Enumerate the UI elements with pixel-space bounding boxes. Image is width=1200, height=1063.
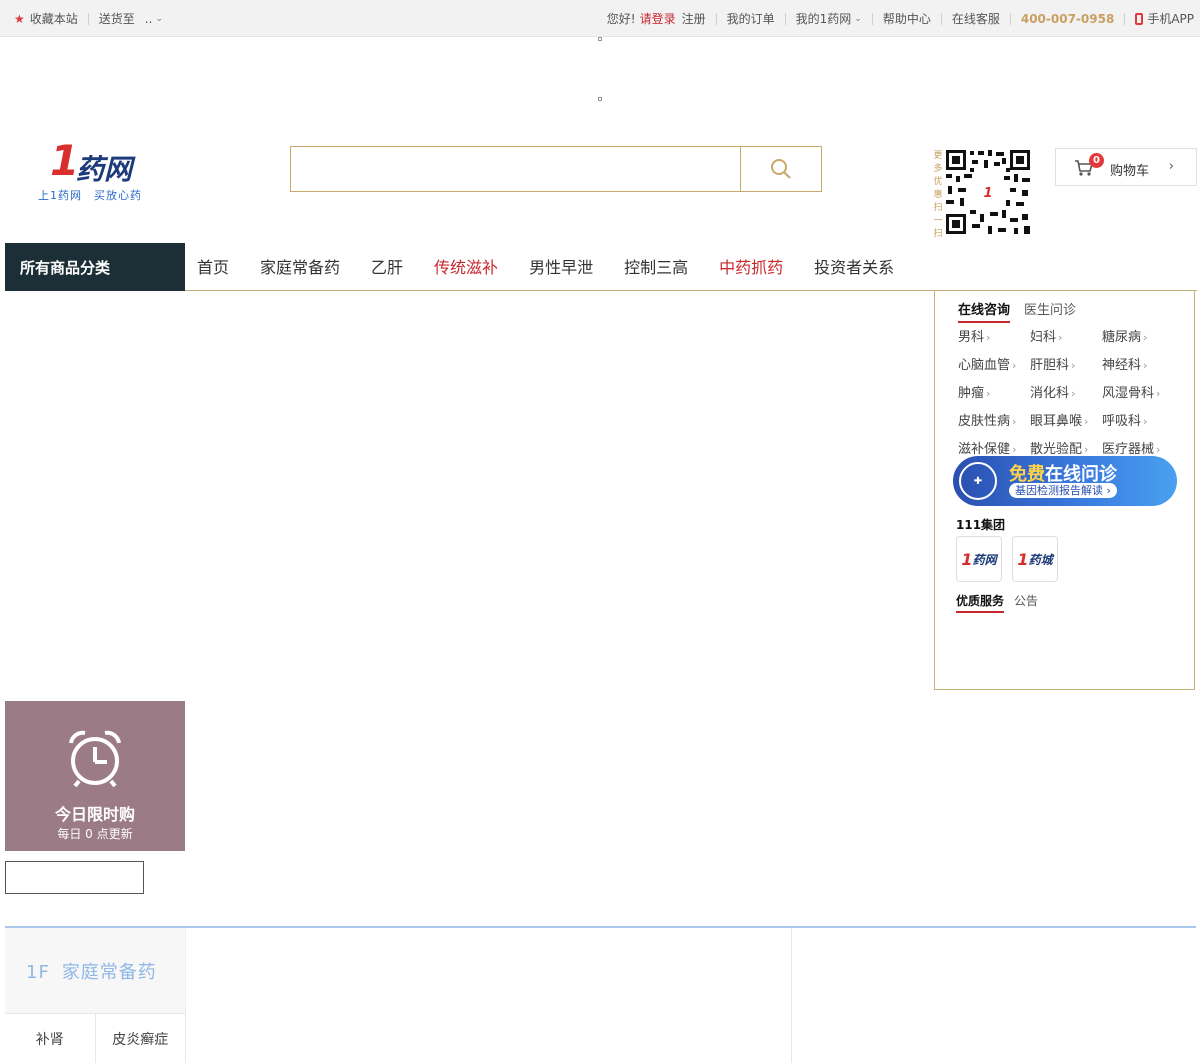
department-link[interactable]: 皮肤性病 › (958, 410, 1030, 429)
department-link[interactable]: 眼耳鼻喉 › (1030, 410, 1102, 429)
department-link[interactable]: 滋补保健 › (958, 438, 1030, 457)
top-bar: ★ 收藏本站 送货至 .. ⌄ 您好! 请登录 注册 我的订单 我的1药网 ⌄ … (0, 0, 1200, 37)
mobile-app-link[interactable]: 手机APP (1135, 10, 1194, 27)
nav-item-mens-health[interactable]: 男性早泄 (529, 254, 593, 278)
nav-item-three-highs[interactable]: 控制三高 (624, 254, 688, 278)
site-logo[interactable]: 1 药网 上1药网 买放心药 (38, 136, 158, 202)
group-logo-1yaocheng[interactable]: 1 药城 (1012, 536, 1058, 582)
empty-placeholder-box (5, 861, 144, 894)
tab-announcement[interactable]: 公告 (1014, 592, 1038, 613)
alarm-clock-icon (69, 730, 121, 788)
register-link[interactable]: 注册 (682, 10, 706, 27)
floor-tag[interactable]: 补肾 (5, 1014, 96, 1063)
login-link[interactable]: 请登录 (640, 10, 676, 27)
department-link[interactable]: 糖尿病 › (1102, 326, 1174, 345)
tab-quality-service[interactable]: 优质服务 (956, 592, 1005, 613)
nav-item-hepatitis-b[interactable]: 乙肝 (371, 254, 403, 278)
banner-subtitle: 基因检测报告解读 › (1009, 483, 1117, 498)
department-link[interactable]: 风湿骨科 › (1102, 382, 1174, 401)
search-button[interactable] (740, 147, 821, 191)
nav-item-investor-relations[interactable]: 投资者关系 (814, 254, 894, 278)
floor-tag[interactable]: 皮炎癣症 (96, 1014, 186, 1063)
divider (715, 12, 717, 25)
online-consult-banner[interactable]: ✚ 免费在线问诊 基因检测报告解读 › (953, 456, 1177, 506)
department-link[interactable]: 神经科 › (1102, 354, 1174, 373)
divider (87, 12, 89, 25)
divider (1009, 12, 1011, 25)
chevron-down-icon: ⌄ (155, 13, 163, 24)
department-list: 男科 › 妇科 › 糖尿病 › 心脑血管 › 肝胆科 › 神经科 › 肿瘤 › 消化科 › 风湿… (958, 326, 1188, 457)
department-link[interactable]: 肿瘤 › (958, 382, 1030, 401)
star-icon: ★ (14, 11, 25, 26)
my-orders-link[interactable]: 我的订单 (727, 10, 775, 27)
chevron-right-icon: › (1168, 159, 1174, 174)
flash-sale-banner[interactable]: 今日限时购 每日 0 点更新 (5, 701, 185, 851)
deliver-to-selector[interactable]: 送货至 .. ⌄ (99, 10, 163, 27)
greeting: 您好! (606, 12, 636, 26)
nav-item-home[interactable]: 首页 (197, 254, 229, 278)
consult-panel: 在线咨询 医生问诊 男科 › 妇科 › 糖尿病 › 心脑血管 › 肝胆科 › 神经科 › 肿… (934, 290, 1195, 690)
department-link[interactable]: 心脑血管 › (958, 354, 1030, 373)
cart-button[interactable]: 0 购物车 › (1055, 148, 1197, 186)
svg-text:1: 1 (983, 186, 992, 201)
service-tabs: 优质服务 公告 (956, 592, 1048, 613)
consult-tabs: 在线咨询 医生问诊 (958, 299, 1090, 323)
tab-doctor-visit[interactable]: 医生问诊 (1024, 299, 1076, 323)
floor-1-header: 1F 家庭常备药 补肾 皮炎癣症 (5, 928, 186, 1063)
all-categories-button[interactable]: 所有商品分类 (5, 243, 185, 291)
placeholder-dot (598, 97, 602, 101)
chevron-down-icon: ⌄ (854, 13, 862, 24)
my-account-menu[interactable]: 我的1药网 ⌄ (796, 10, 862, 27)
department-link[interactable]: 散光验配 › (1030, 438, 1102, 457)
group-logo-1yaowang[interactable]: 1 药网 (956, 536, 1002, 582)
department-link[interactable]: 医疗器械 › (1102, 438, 1174, 457)
online-service-link[interactable]: 在线客服 (952, 10, 1000, 27)
qr-caption: 更多优惠扫一扫 (933, 151, 943, 239)
group-logos: 1 药网 1 药城 (956, 536, 1068, 582)
qr-code-icon: 1 (944, 148, 1032, 236)
cart-label: 购物车 (1110, 164, 1150, 179)
divider (1124, 12, 1126, 25)
department-link[interactable]: 妇科 › (1030, 326, 1102, 345)
divider (940, 12, 942, 25)
mobile-phone-icon (1135, 12, 1144, 25)
nav-item-traditional-tonic[interactable]: 传统滋补 (434, 254, 498, 278)
group-title: 111集团 (956, 518, 1006, 532)
help-center-link[interactable]: 帮助中心 (883, 10, 931, 27)
main-nav: 首页 家庭常备药 乙肝 传统滋补 男性早泄 控制三高 中药抓药 投资者关系 (197, 243, 925, 289)
hotline-number: 400-007-0958 (1020, 11, 1115, 26)
department-link[interactable]: 消化科 › (1030, 382, 1102, 401)
tab-online-consult[interactable]: 在线咨询 (958, 299, 1011, 323)
search-icon (771, 159, 791, 179)
nav-item-chinese-herbs[interactable]: 中药抓药 (719, 254, 783, 278)
favorite-link[interactable]: ★ 收藏本站 (14, 10, 78, 27)
department-link[interactable]: 肝胆科 › (1030, 354, 1102, 373)
search-bar (290, 146, 822, 192)
floor-column-divider (791, 928, 792, 1063)
nav-item-family-medicine[interactable]: 家庭常备药 (260, 254, 340, 278)
department-link[interactable]: 男科 › (958, 326, 1030, 345)
floor-tags: 补肾 皮炎癣症 (5, 1013, 186, 1063)
floor-title[interactable]: 1F 家庭常备药 (26, 958, 157, 984)
divider (871, 12, 873, 25)
department-link[interactable]: 呼吸科 › (1102, 410, 1174, 429)
divider (784, 12, 786, 25)
hospital-seal-icon: ✚ (959, 462, 997, 500)
placeholder-dot (598, 37, 602, 41)
search-input[interactable] (291, 147, 740, 191)
flash-sale-subtitle: 每日 0 点更新 (57, 827, 133, 841)
cart-count-badge: 0 (1089, 153, 1104, 168)
flash-sale-title: 今日限时购 (54, 805, 135, 824)
